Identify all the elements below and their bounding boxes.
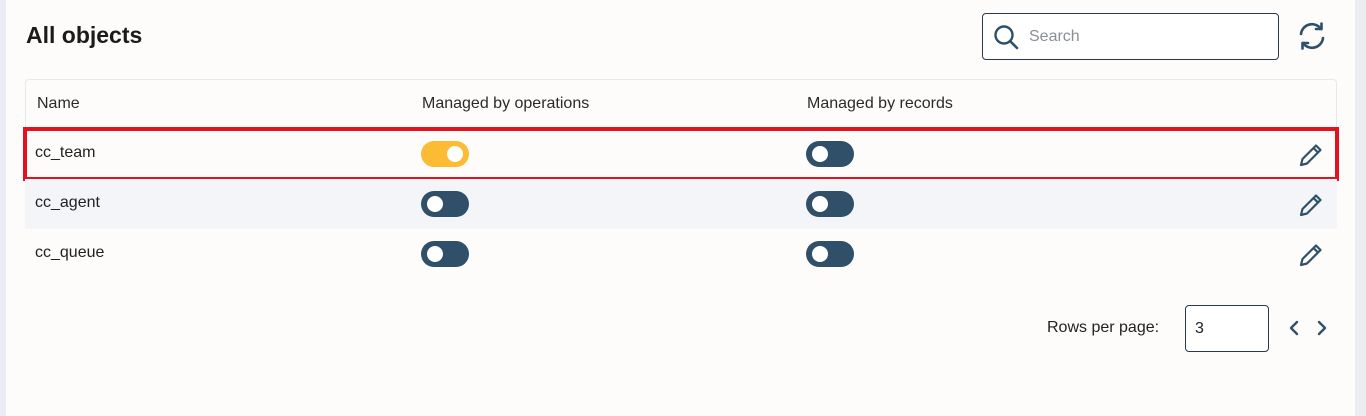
object-name: cc_agent	[35, 194, 100, 211]
table-row: cc_queue	[25, 229, 1337, 279]
search-input[interactable]	[1029, 22, 1269, 52]
toggle-knob	[812, 146, 828, 162]
managed-by-records-toggle[interactable]	[806, 191, 854, 217]
pencil-icon	[1299, 194, 1322, 217]
table-row: cc_agent	[25, 179, 1337, 229]
next-page-button[interactable]	[1312, 318, 1332, 338]
edit-button[interactable]	[1297, 241, 1325, 269]
page-title: All objects	[26, 22, 143, 48]
managed-by-operations-toggle[interactable]	[421, 191, 469, 217]
managed-by-operations-toggle[interactable]	[421, 141, 469, 167]
previous-page-button[interactable]	[1284, 318, 1304, 338]
managed-by-records-toggle[interactable]	[806, 241, 854, 267]
object-name: cc_team	[35, 144, 96, 161]
table-row: cc_team	[23, 127, 1339, 181]
table-header: Name Managed by operations Managed by re…	[25, 79, 1337, 129]
search-box[interactable]	[982, 13, 1279, 60]
managed-by-operations-toggle[interactable]	[421, 241, 469, 267]
toggle-knob	[427, 196, 443, 212]
column-header-managed-by-operations: Managed by operations	[422, 95, 590, 112]
main-panel: All objects Name Managed by operations M…	[6, 0, 1355, 416]
refresh-button[interactable]	[1296, 20, 1328, 52]
refresh-icon	[1299, 22, 1325, 50]
objects-table: Name Managed by operations Managed by re…	[23, 79, 1339, 279]
chevron-right-icon	[1317, 320, 1327, 336]
toggle-knob	[427, 246, 443, 262]
pencil-icon	[1299, 244, 1322, 267]
rows-per-page-value: 3	[1195, 320, 1204, 337]
toggle-knob	[812, 196, 828, 212]
edit-button[interactable]	[1297, 141, 1325, 169]
toggle-knob	[447, 146, 463, 162]
edit-button[interactable]	[1297, 191, 1325, 219]
toggle-knob	[812, 246, 828, 262]
object-name: cc_queue	[35, 244, 105, 261]
managed-by-records-toggle[interactable]	[806, 141, 854, 167]
rows-per-page-label: Rows per page:	[1047, 319, 1160, 336]
search-icon	[994, 25, 1019, 50]
pencil-icon	[1299, 144, 1322, 167]
chevron-left-icon	[1289, 320, 1299, 336]
column-header-name: Name	[37, 95, 80, 112]
column-header-managed-by-records: Managed by records	[807, 95, 953, 112]
rows-per-page-select[interactable]: 3	[1185, 305, 1269, 352]
